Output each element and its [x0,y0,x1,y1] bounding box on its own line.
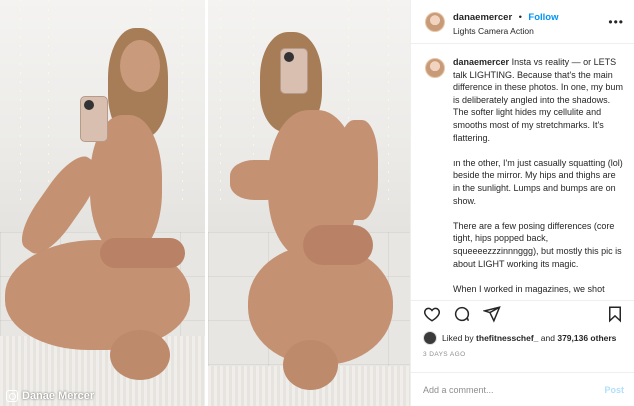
share-icon[interactable] [483,305,501,323]
caption-username[interactable]: danaemercer [453,57,509,67]
caption-avatar[interactable] [425,58,445,78]
likes-summary: Liked by thefitnesschef_ and 379,136 oth… [423,331,616,345]
username-link[interactable]: danaemercer [453,12,512,23]
post-comment-button[interactable]: Post [604,385,624,395]
caption-paragraph-4: When I worked in magazines, we shot [453,283,605,294]
more-options-icon[interactable]: ••• [608,15,624,29]
post-image[interactable]: Danae Mercer [0,0,410,406]
instagram-logo-icon [6,390,18,402]
liker-username[interactable]: thefitnesschef_ [476,333,538,343]
photo-watermark: Danae Mercer [6,390,94,402]
separator-dot: • [518,12,522,24]
comment-input[interactable] [423,384,605,395]
comment-bar: Post [411,372,634,406]
location-link[interactable]: Lights Camera Action [453,26,558,37]
post-timestamp[interactable]: 3 DAYS AGO [423,351,466,358]
post-header: danaemercer • Follow Lights Camera Actio… [411,0,634,44]
avatar[interactable] [425,11,445,32]
action-bar [411,300,634,326]
caption-paragraph-1: Insta vs reality — or LETS talk LIGHTING… [453,57,623,143]
caption-paragraph-3: There are a few posing differences (core… [453,220,622,269]
photo-panel-left: Danae Mercer [0,0,205,406]
heart-icon[interactable] [423,305,441,323]
likes-count[interactable]: 379,136 others [557,333,616,343]
post-sidebar: danaemercer • Follow Lights Camera Actio… [410,0,634,406]
caption-paragraph-2: ın the other, I'm just casually squattin… [453,157,623,206]
post-caption: danaemercer Insta vs reality — or LETS t… [411,44,634,302]
photo-panel-right [208,0,410,406]
liker-avatar[interactable] [423,331,437,345]
follow-button[interactable]: Follow [528,12,558,23]
bookmark-icon[interactable] [606,305,624,323]
comment-icon[interactable] [453,305,471,323]
